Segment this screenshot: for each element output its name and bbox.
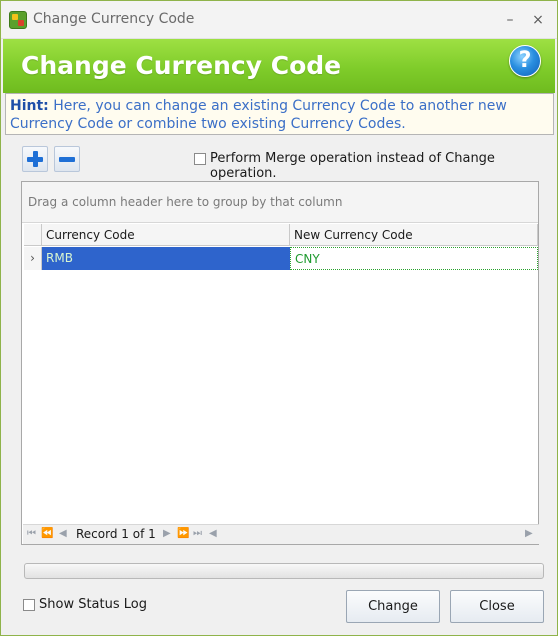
hint-text: Hint: Here, you can change an existing C… <box>10 97 550 133</box>
show-status-log-label[interactable]: Show Status Log <box>39 597 147 612</box>
add-row-button[interactable] <box>22 146 48 172</box>
help-icon[interactable]: ? <box>509 45 541 77</box>
column-header-row: Currency Code New Currency Code <box>24 224 538 246</box>
remove-row-button[interactable] <box>54 146 80 172</box>
next-page-icon[interactable]: ⏩ <box>177 528 189 539</box>
scroll-left-icon[interactable]: ◀ <box>209 528 217 539</box>
group-panel[interactable]: Drag a column header here to group by th… <box>22 182 538 223</box>
group-panel-text: Drag a column header here to group by th… <box>28 195 343 209</box>
window-title: Change Currency Code <box>33 11 195 27</box>
close-window-button[interactable]: × <box>529 11 547 29</box>
last-record-icon[interactable]: ⏭ <box>193 528 202 539</box>
row-indicator-header <box>24 224 42 246</box>
merge-checkbox[interactable] <box>194 153 206 165</box>
show-status-log-checkbox[interactable] <box>23 599 35 611</box>
currency-grid: Drag a column header here to group by th… <box>21 181 539 545</box>
close-button[interactable]: Close <box>450 590 544 623</box>
hint-box: Hint: Here, you can change an existing C… <box>5 93 554 135</box>
page-title: Change Currency Code <box>21 51 342 80</box>
cell-currency-code[interactable]: RMB <box>42 247 290 270</box>
record-navigator: ⏮ ⏪ ◀ Record 1 of 1 ▶ ⏩ ⏭ ◀ ▶ <box>23 524 539 544</box>
hint-label: Hint: <box>10 98 49 114</box>
app-icon <box>9 11 27 29</box>
change-currency-code-window: Change Currency Code – × Change Currency… <box>0 0 558 636</box>
first-record-icon[interactable]: ⏮ <box>27 528 36 539</box>
header-banner: Change Currency Code ? <box>3 39 555 93</box>
hint-body: Here, you can change an existing Currenc… <box>10 98 507 132</box>
column-header-currency-code[interactable]: Currency Code <box>42 224 290 246</box>
minimize-button[interactable]: – <box>501 11 519 29</box>
progress-bar <box>24 563 544 579</box>
scroll-right-icon[interactable]: ▶ <box>525 528 533 539</box>
cell-new-currency-code[interactable]: CNY <box>290 247 538 270</box>
change-button[interactable]: Change <box>346 590 440 623</box>
next-record-icon[interactable]: ▶ <box>163 528 171 539</box>
record-counter: Record 1 of 1 <box>76 527 156 541</box>
prev-record-icon[interactable]: ◀ <box>59 528 67 539</box>
merge-checkbox-label[interactable]: Perform Merge operation instead of Chang… <box>210 151 557 181</box>
table-row[interactable]: › RMB CNY <box>24 247 538 270</box>
column-header-new-currency-code[interactable]: New Currency Code <box>290 224 538 246</box>
row-indicator: › <box>24 247 42 270</box>
prev-page-icon[interactable]: ⏪ <box>41 528 53 539</box>
title-bar: Change Currency Code – × <box>1 1 557 39</box>
